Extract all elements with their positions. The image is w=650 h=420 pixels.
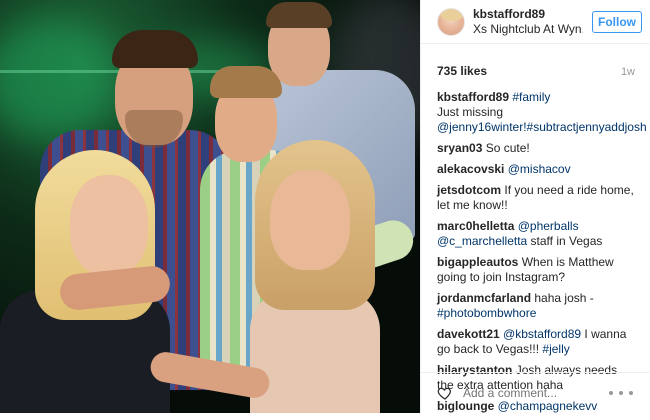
comment-row: jordanmcfarland haha josh - #photobombwh… xyxy=(437,291,637,321)
comment-username[interactable]: alekacovski xyxy=(437,162,504,176)
comment-username[interactable]: bigappleautos xyxy=(437,255,518,269)
caption-hashtag[interactable]: #family xyxy=(512,90,550,104)
comment-row: marc0helletta @pherballs @c_marchelletta… xyxy=(437,219,637,249)
add-comment-input[interactable] xyxy=(463,386,603,400)
comment-username[interactable]: davekott21 xyxy=(437,327,500,341)
header-location[interactable]: Xs Nightclub At Wyn... xyxy=(473,22,583,37)
comment-row: davekott21 @kbstafford89 I wanna go back… xyxy=(437,327,637,357)
more-dots-icon[interactable] xyxy=(609,391,633,397)
post-meta: 735 likes 1w xyxy=(437,64,635,78)
club-light xyxy=(0,20,120,140)
post-sidebar: kbstafford89 Xs Nightclub At Wyn... Foll… xyxy=(420,0,650,413)
comment-link[interactable]: @pherballs xyxy=(518,219,579,233)
user-block: kbstafford89 Xs Nightclub At Wyn... xyxy=(473,7,583,37)
comment-link[interactable]: @mishacov xyxy=(508,162,571,176)
comment-row: jetsdotcom If you need a ride home, let … xyxy=(437,183,637,213)
caption-mention[interactable]: @jenny16winter!#subtractjennyaddjosh xyxy=(437,120,647,134)
post-header: kbstafford89 Xs Nightclub At Wyn... Foll… xyxy=(421,0,650,44)
comment-link[interactable]: #jelly xyxy=(542,342,569,356)
heart-outline-icon[interactable] xyxy=(437,385,453,401)
avatar[interactable] xyxy=(437,7,465,36)
comment-text: haha josh - xyxy=(534,291,594,305)
comment-link[interactable]: @c_marchelletta xyxy=(437,234,527,248)
follow-button[interactable]: Follow xyxy=(592,11,642,33)
comment-text: So cute! xyxy=(485,141,530,155)
comment-link[interactable]: #photobombwhore xyxy=(437,306,536,320)
header-username[interactable]: kbstafford89 xyxy=(473,7,583,22)
comment-username[interactable]: jetsdotcom xyxy=(437,183,501,197)
likes-count[interactable]: 735 likes xyxy=(437,64,487,78)
comment-row: sryan03 So cute! xyxy=(437,141,637,156)
post-footer xyxy=(421,372,650,413)
instagram-post: kbstafford89 Xs Nightclub At Wyn... Foll… xyxy=(0,0,650,413)
comment-username[interactable]: marc0helletta xyxy=(437,219,514,233)
comment-row: alekacovski @mishacov xyxy=(437,162,637,177)
comment-username[interactable]: sryan03 xyxy=(437,141,482,155)
caption: kbstafford89 #family Just missing @jenny… xyxy=(437,90,647,135)
comment-text: staff in Vegas xyxy=(527,234,603,248)
comments-list: kbstafford89 #family Just missing @jenny… xyxy=(437,90,647,420)
caption-username[interactable]: kbstafford89 xyxy=(437,90,509,104)
post-photo[interactable] xyxy=(0,0,420,413)
comment-row: bigappleautos When is Matthew going to j… xyxy=(437,255,637,285)
comment-username[interactable]: jordanmcfarland xyxy=(437,291,531,305)
caption-text: Just missing xyxy=(437,105,504,119)
comment-link[interactable]: @kbstafford89 xyxy=(503,327,581,341)
post-time[interactable]: 1w xyxy=(621,66,635,78)
